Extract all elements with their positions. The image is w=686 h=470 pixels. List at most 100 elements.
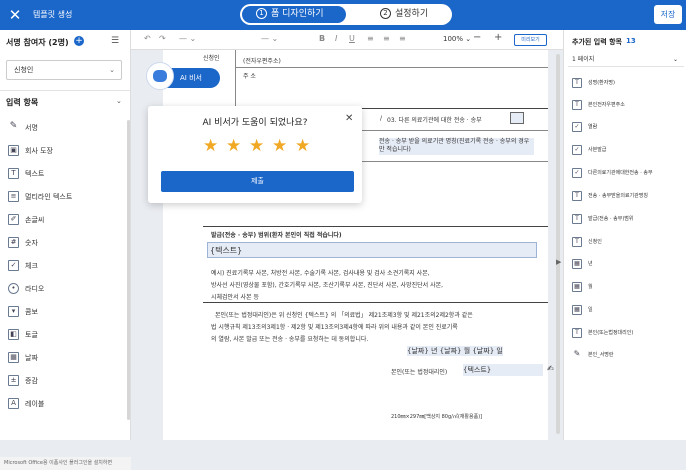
table-line (203, 302, 548, 303)
text-icon: T (8, 168, 19, 179)
close-icon[interactable]: ✕ (6, 6, 24, 24)
added-item-label: 월 (588, 284, 593, 290)
checkbox-field[interactable] (510, 112, 524, 124)
save-button[interactable]: 저장 (654, 5, 682, 24)
scope-text-field[interactable]: {텍스트} (207, 242, 537, 258)
zoom-value: 100% (443, 35, 464, 43)
toggle-icon: ◧ (8, 329, 19, 340)
added-item-label: 열람 (588, 124, 598, 130)
table-line (203, 226, 548, 227)
tab-form-design[interactable]: 1 폼 디자인하기 (242, 6, 346, 23)
tab-settings-label: 설정하기 (395, 9, 429, 19)
zoom-out-icon[interactable]: − (473, 32, 481, 43)
field-item-label: 체크 (25, 262, 38, 270)
step-number: 1 (256, 8, 267, 19)
field-item-label: 콤보 (25, 308, 38, 316)
field-item-label: 멀티라인 텍스트 (25, 193, 73, 201)
input-items-title: 입력 항목 (6, 98, 39, 107)
email-label: (전자우편주소) (243, 58, 281, 65)
added-item-label: 신청인 (588, 239, 602, 245)
field-item-label: 손글씨 (25, 216, 45, 224)
list-icon[interactable]: ☰ (111, 36, 119, 46)
signer-select[interactable]: 신청인 ⌄ (6, 60, 122, 80)
section-label: 03. 다른 의료기관에 대한 전송 · 송부 (387, 117, 482, 124)
top-header: ✕ 템플릿 생성 1 폼 디자인하기 2 설정하기 저장 (0, 0, 686, 30)
divider (0, 90, 130, 91)
font-size-dropdown[interactable]: — ⌄ (179, 34, 196, 43)
checkbox-icon: ✓ (572, 145, 582, 155)
chevron-down-icon[interactable]: ⌄ (116, 97, 122, 105)
dropdown-icon: ▾ (8, 306, 19, 317)
paper-spec: 210㎜×297㎜[백상지 80g/㎡(재활용품)] (391, 414, 483, 420)
field-item-label: 토글 (25, 331, 38, 339)
field-item-label: 숫자 (25, 239, 38, 247)
examples-line: 시체검안서 사본 등 (211, 294, 259, 301)
label-icon: A (8, 398, 19, 409)
add-signer-icon[interactable]: + (74, 36, 84, 46)
page-group[interactable]: 1 페이지 ⌄ (568, 53, 684, 67)
field-item-label: 텍스트 (25, 170, 45, 178)
font-size-dropdown[interactable]: — ⌄ (261, 34, 278, 43)
star-icon[interactable]: ★ (272, 136, 287, 156)
date-icon: ▦ (572, 259, 582, 269)
document-canvas: ↶ ↷ — ⌄ — ⌄ B I U ≡ ≡ ≡ 100% ⌄ − + 미리보기 … (131, 30, 563, 440)
added-item-label: 발급(전송 · 송부)범위 (588, 216, 634, 222)
popup-title: AI 비서가 도움이 되었나요? (202, 118, 308, 128)
page-group-label: 1 페이지 (572, 56, 595, 63)
signer-select-value: 신청인 (14, 66, 34, 74)
left-sidebar: 서명 참여자 (2명) + ☰ 신청인 ⌄ 입력 항목 ⌄ ✎ 서명 ▣ 회사 … (0, 30, 131, 470)
scrollbar[interactable] (556, 54, 560, 434)
radio-icon: • (8, 283, 19, 294)
chevron-down-icon: ⌄ (672, 56, 678, 63)
transfer-institution-field[interactable]: 전송 · 송부 받을 의료기관 명칭(진료기록 전송 · 송부의 경우만 적습니… (379, 138, 534, 155)
star-rating[interactable]: ★ ★ ★ ★ ★ (203, 136, 313, 156)
calc-icon: ± (8, 375, 19, 386)
scrollbar[interactable] (127, 120, 130, 420)
number-icon: # (8, 237, 19, 248)
bold-icon[interactable]: B (319, 34, 325, 43)
align-right-icon[interactable]: ≡ (399, 34, 406, 43)
text-icon: T (572, 78, 582, 88)
examples-line: 방사선 사진(영상물 포함), 간호기록부 사본, 조산기록부 사본, 진단서 … (211, 282, 444, 289)
checkbox-icon: ✓ (572, 168, 582, 178)
preview-button[interactable]: 미리보기 (514, 34, 547, 46)
text-icon: T (572, 214, 582, 224)
star-icon[interactable]: ★ (226, 136, 241, 156)
align-left-icon[interactable]: ≡ (367, 34, 374, 43)
consent-line: 법 시행규칙 제13조의3제1항 · 제2항 및 제13조의3제4항에 따라 위… (211, 324, 458, 331)
principal-text-field[interactable]: {텍스트} (463, 364, 543, 376)
added-item-label: 성명(환자명) (588, 80, 615, 86)
table-line (235, 50, 236, 108)
added-items-title: 추가된 입력 항목 (572, 38, 622, 46)
zoom-level[interactable]: 100% ⌄ (443, 35, 471, 43)
field-item-label: 날짜 (25, 354, 38, 362)
signature-icon[interactable]: ✍ (547, 364, 554, 373)
signature-icon: ✎ (573, 349, 581, 358)
checkbox-icon: ✓ (8, 260, 19, 271)
collapse-panel-icon[interactable]: ▶ (556, 258, 561, 266)
close-icon[interactable]: ✕ (345, 113, 353, 124)
submit-button[interactable]: 제출 (161, 171, 354, 192)
star-icon[interactable]: ★ (249, 136, 264, 156)
date-icon: ▦ (572, 305, 582, 315)
underline-icon[interactable]: U (349, 34, 355, 43)
zoom-in-icon[interactable]: + (494, 32, 502, 43)
date-fields[interactable]: {날짜} 년 {날짜} 월 {날짜} 일 (407, 346, 503, 356)
italic-icon[interactable]: I (335, 34, 337, 43)
align-center-icon[interactable]: ≡ (383, 34, 390, 43)
ai-feedback-popup: AI 비서가 도움이 되었나요? ✕ ★ ★ ★ ★ ★ 제출 (148, 106, 362, 203)
date-icon: ▦ (572, 282, 582, 292)
added-item-label: 본인_서명란 (588, 352, 614, 358)
undo-icon[interactable]: ↶ (144, 34, 151, 43)
star-icon[interactable]: ★ (203, 136, 218, 156)
date-icon: ▦ (8, 352, 19, 363)
chevron-down-icon: ⌄ (109, 66, 115, 74)
right-sidebar: 추가된 입력 항목 13 1 페이지 ⌄ T 성명(환자명) T 본인전자우편주… (563, 30, 686, 440)
page-separator: / (380, 115, 383, 122)
field-item-label: 서명 (25, 124, 38, 132)
redo-icon[interactable]: ↷ (159, 34, 166, 43)
star-icon[interactable]: ★ (295, 136, 310, 156)
tab-form-design-label: 폼 디자인하기 (271, 9, 324, 19)
handwriting-icon: ✐ (8, 214, 19, 225)
tab-settings[interactable]: 2 설정하기 (380, 6, 428, 23)
